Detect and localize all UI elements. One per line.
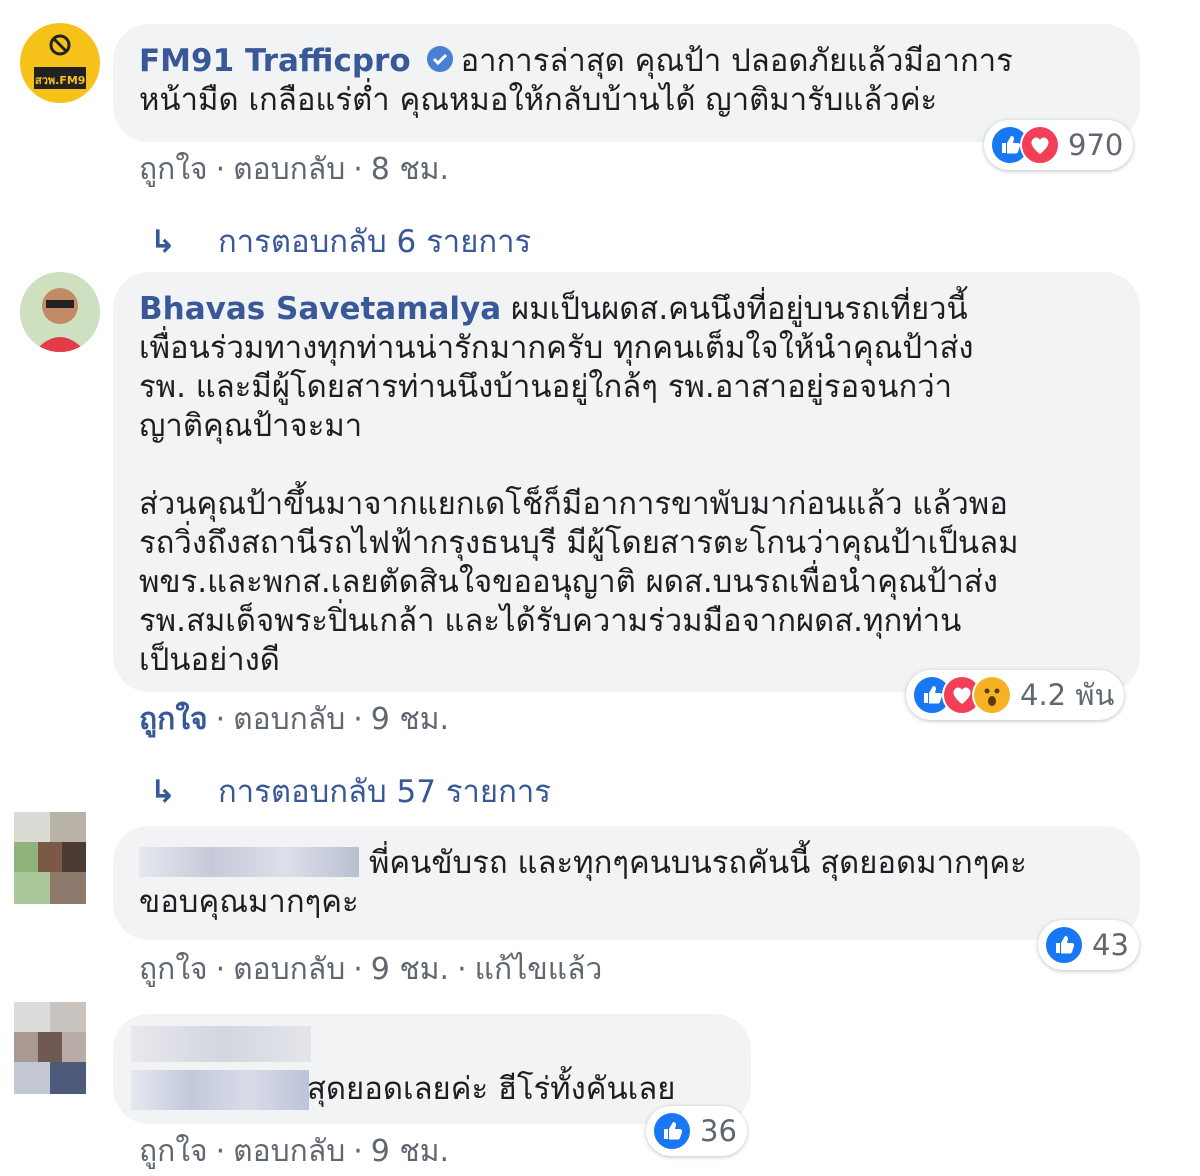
comment-body-line: เป็นอย่างดี xyxy=(139,642,280,678)
comment-actions: ถูกใจ · ตอบกลับ · 8 ชม. xyxy=(139,152,450,187)
comment-body-line: ญาติคุณป้าจะมา xyxy=(139,408,363,444)
comment-body-line: สุดยอดเลยค่ะ ฮีโร่ทั้งคันเลย xyxy=(307,1071,676,1107)
comment-body-line: รพ. และมีผู้โดยสารท่านนึงบ้านอยู่ใกล้ๆ ร… xyxy=(139,369,953,405)
reply-link[interactable]: ตอบกลับ xyxy=(233,152,345,187)
comment-bubble: Bhavas Savetamalya ผมเป็นผดส.คนนึงที่อยู… xyxy=(113,272,1140,692)
like-reaction-icon xyxy=(1044,925,1084,965)
avatar-blurred[interactable] xyxy=(14,1002,86,1094)
comment-time[interactable]: 9 ชม. xyxy=(371,702,449,737)
view-replies-link[interactable]: ↳ การตอบกลับ 57 รายการ xyxy=(150,766,551,816)
comment-body-line: ขอบคุณมากๆคะ xyxy=(139,884,359,920)
comment-body-line: อาการล่าสุด คุณป้า ปลอดภัยแล้วมีอาการ xyxy=(460,43,1013,79)
reaction-count: 970 xyxy=(1068,128,1124,162)
reaction-summary[interactable]: 36 xyxy=(646,1106,747,1156)
replies-count-label: การตอบกลับ 6 รายการ xyxy=(218,224,532,260)
comment-author[interactable]: FM91 Trafficpro xyxy=(139,43,411,79)
comment-body-line: รพ.สมเด็จพระปิ่นเกล้า และได้รับความร่วมม… xyxy=(139,603,962,639)
comment-bubble: พี่คนขับรถ และทุกๆคนบนรถคันนี้ สุดยอดมาก… xyxy=(113,826,1140,940)
replies-count-label: การตอบกลับ 57 รายการ xyxy=(218,774,551,810)
like-reaction-icon xyxy=(652,1111,692,1151)
reaction-summary[interactable]: 4.2 พัน xyxy=(906,670,1125,720)
comment-body-line: พขร.และพกส.เลยตัดสินใจขออนุญาติ ผดส.บนรถ… xyxy=(139,564,998,600)
like-link[interactable]: ถูกใจ xyxy=(139,952,208,987)
comment-body-line: ส่วนคุณป้าขึ้นมาจากแยกเดโช็ก็มีอาการขาพั… xyxy=(139,486,1008,522)
reply-link[interactable]: ตอบกลับ xyxy=(233,702,345,737)
blurred-author-name xyxy=(131,1070,309,1110)
comment-body-line: พี่คนขับรถ และทุกๆคนบนรถคันนี้ สุดยอดมาก… xyxy=(369,845,1027,881)
verified-badge-icon xyxy=(425,44,455,74)
comment-text: พี่คนขับรถ และทุกๆคนบนรถคันนี้ สุดยอดมาก… xyxy=(139,844,1114,922)
avatar-bhavas[interactable] xyxy=(20,272,100,352)
reaction-count: 4.2 พัน xyxy=(1020,678,1115,712)
comment-time[interactable]: 9 ชม. xyxy=(371,1134,449,1169)
like-link[interactable]: ถูกใจ xyxy=(139,702,208,737)
like-link[interactable]: ถูกใจ xyxy=(139,152,208,187)
comment-text: FM91 Trafficpro อาการล่าสุด คุณป้า ปลอดภ… xyxy=(139,42,1114,120)
comment-actions: ถูกใจ · ตอบกลับ · 9 ชม. · แก้ไขแล้ว xyxy=(139,952,603,987)
like-link[interactable]: ถูกใจ xyxy=(139,1134,208,1169)
reply-link[interactable]: ตอบกลับ xyxy=(233,952,345,987)
comment-time[interactable]: 8 ชม. xyxy=(371,152,449,187)
reaction-summary[interactable]: 970 xyxy=(984,120,1134,170)
comment-author[interactable]: Bhavas Savetamalya xyxy=(139,291,501,327)
reaction-count: 36 xyxy=(700,1114,737,1148)
reply-arrow-icon: ↳ xyxy=(150,224,176,260)
blurred-author-name[interactable] xyxy=(139,847,359,877)
comment-actions: ถูกใจ · ตอบกลับ · 9 ชม. xyxy=(139,1134,450,1169)
comment-time[interactable]: 9 ชม. xyxy=(371,952,449,987)
blurred-author-name[interactable] xyxy=(131,1026,311,1062)
comment-actions: ถูกใจ · ตอบกลับ · 9 ชม. xyxy=(139,702,450,737)
love-reaction-icon xyxy=(1020,125,1060,165)
comment-bubble: สุดยอดเลยค่ะ ฮีโร่ทั้งคันเลย xyxy=(113,1014,751,1124)
comment-text: สุดยอดเลยค่ะ ฮีโร่ทั้งคันเลย xyxy=(307,1070,675,1109)
person-photo-icon xyxy=(20,272,100,352)
edited-label[interactable]: แก้ไขแล้ว xyxy=(475,952,603,987)
wow-reaction-icon xyxy=(972,675,1012,715)
avatar-fm91[interactable]: สวพ.FM91 xyxy=(20,23,100,103)
comment-text: Bhavas Savetamalya ผมเป็นผดส.คนนึงที่อยู… xyxy=(139,290,1114,680)
comment-bubble: FM91 Trafficpro อาการล่าสุด คุณป้า ปลอดภ… xyxy=(113,24,1140,142)
reaction-summary[interactable]: 43 xyxy=(1038,920,1139,970)
comment-body-line: เพื่อนร่วมทางทุกท่านน่ารักมากครับ ทุกคนเ… xyxy=(139,330,974,366)
reaction-count: 43 xyxy=(1092,928,1129,962)
view-replies-link[interactable]: ↳ การตอบกลับ 6 รายการ xyxy=(150,216,531,266)
reply-arrow-icon: ↳ xyxy=(150,774,176,810)
avatar-blurred[interactable] xyxy=(14,812,86,904)
fm91-logo-icon xyxy=(34,34,86,89)
reply-link[interactable]: ตอบกลับ xyxy=(233,1134,345,1169)
avatar-label: สวพ.FM91 xyxy=(35,74,94,87)
comment-body-line: ผมเป็นผดส.คนนึงที่อยู่บนรถเที่ยวนี้ xyxy=(511,291,968,327)
comment-body-line: หน้ามืด เกลือแร่ต่ำ คุณหมอให้กลับบ้านได้… xyxy=(139,82,938,118)
comment-body-line: รถวิ่งถึงสถานีรถไฟฟ้ากรุงธนบุรี มีผู้โดย… xyxy=(139,525,1019,561)
